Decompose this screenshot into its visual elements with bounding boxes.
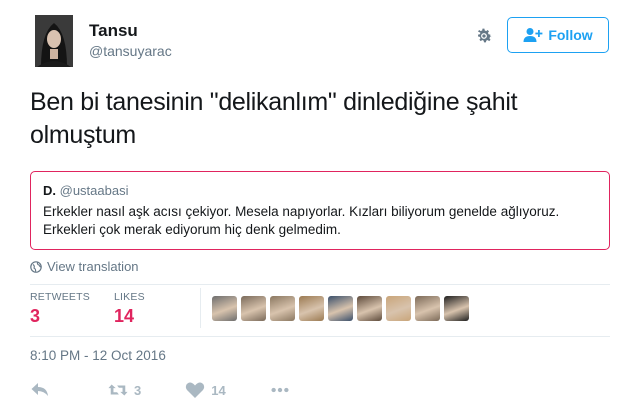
tweet-text-line: Ben bi tanesinin "delikanlım" dinlediğin… <box>30 88 518 116</box>
user-name[interactable]: Tansu <box>89 21 138 41</box>
liker-avatar-7[interactable] <box>386 296 411 321</box>
follow-button-label: Follow <box>548 27 593 43</box>
reply-button[interactable] <box>30 381 50 399</box>
globe-icon <box>30 260 42 273</box>
quoted-author: D. <box>43 183 56 198</box>
tweet-text-line: olmuştum <box>30 121 136 149</box>
like-count: 14 <box>211 382 226 398</box>
liker-avatar-2[interactable] <box>241 296 266 321</box>
add-user-icon <box>523 28 543 42</box>
tweet-actions: 3 14 <box>30 380 290 400</box>
gear-icon[interactable] <box>474 26 494 46</box>
liker-avatar-3[interactable] <box>270 296 295 321</box>
quoted-text-line: Erkekler nasıl aşk acısı çekiyor. Mesela… <box>43 204 560 219</box>
profile-photo <box>35 15 73 67</box>
likes-count: 14 <box>114 306 135 326</box>
likers-avatars <box>212 296 469 321</box>
profile-avatar[interactable] <box>35 15 73 67</box>
liker-avatar-6[interactable] <box>357 296 382 321</box>
stats-separator <box>200 288 201 328</box>
view-translation-link[interactable]: View translation <box>30 259 139 274</box>
user-handle[interactable]: @tansuyarac <box>89 43 172 59</box>
likes-stat[interactable]: LIKES 14 <box>114 291 145 327</box>
retweets-label: RETWEETS <box>30 291 90 303</box>
tweet-timestamp[interactable]: 8:10 PM - 12 Oct 2016 <box>30 348 166 363</box>
view-translation-label: View translation <box>47 259 139 274</box>
tweet-text: Ben bi tanesinin "delikanlım" dinlediğin… <box>30 86 610 152</box>
retweet-button[interactable]: 3 <box>108 381 141 399</box>
follow-button[interactable]: Follow <box>507 17 609 53</box>
divider <box>30 336 610 337</box>
liker-avatar-5[interactable] <box>328 296 353 321</box>
likes-label: LIKES <box>114 291 145 303</box>
quoted-tweet-text: Erkekler nasıl aşk acısı çekiyor. Mesela… <box>43 203 597 239</box>
retweets-count: 3 <box>30 306 41 326</box>
retweet-icon <box>108 384 128 396</box>
quoted-tweet[interactable]: D. @ustaabasi Erkekler nasıl aşk acısı ç… <box>30 171 610 250</box>
like-button[interactable]: 14 <box>185 381 226 399</box>
reply-icon <box>31 383 48 396</box>
quoted-tweet-header: D. @ustaabasi <box>43 183 597 199</box>
retweets-stat[interactable]: RETWEETS 3 <box>30 291 90 327</box>
heart-icon <box>186 382 205 398</box>
quoted-text-line: Erkekleri çok merak ediyorum hiç denk ge… <box>43 222 341 237</box>
quoted-handle: @ustaabasi <box>59 183 129 198</box>
liker-avatar-4[interactable] <box>299 296 324 321</box>
more-button[interactable] <box>270 381 290 399</box>
liker-avatar-8[interactable] <box>415 296 440 321</box>
more-icon <box>271 387 289 393</box>
divider <box>30 284 610 285</box>
liker-avatar-9[interactable] <box>444 296 469 321</box>
liker-avatar-1[interactable] <box>212 296 237 321</box>
retweet-count: 3 <box>134 382 142 398</box>
